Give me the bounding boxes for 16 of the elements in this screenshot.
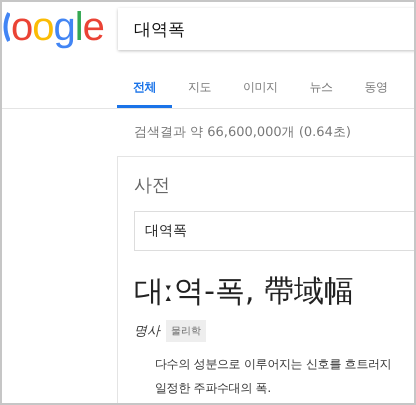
definition-text: 다수의 성분으로 이루어지는 신호를 흐트러지 <box>155 356 392 373</box>
part-of-speech: 명사 <box>134 323 160 340</box>
definition-text: 일정한 주파수대의 폭. <box>155 380 272 397</box>
search-field[interactable]: 대역폭 <box>118 8 414 50</box>
tab[interactable]: 뉴스 <box>294 70 348 108</box>
tab[interactable]: 이미지 <box>227 70 294 108</box>
tab[interactable]: 동영 <box>348 70 404 108</box>
headword: 대ː역-폭, 帶域幅 <box>134 273 356 311</box>
tab[interactable]: 지도 <box>172 70 227 108</box>
subject-tag: 물리학 <box>166 320 206 342</box>
card-title: 사전 <box>134 174 171 197</box>
result-stats: 검색결과 약 66,600,000개 (0.64초) <box>133 124 352 141</box>
dictionary-search-field[interactable]: 대역폭 <box>134 211 414 251</box>
tab[interactable]: 전체 <box>117 70 172 108</box>
logo-arc-icon <box>2 12 10 42</box>
logo[interactable]: oogle <box>2 4 117 50</box>
